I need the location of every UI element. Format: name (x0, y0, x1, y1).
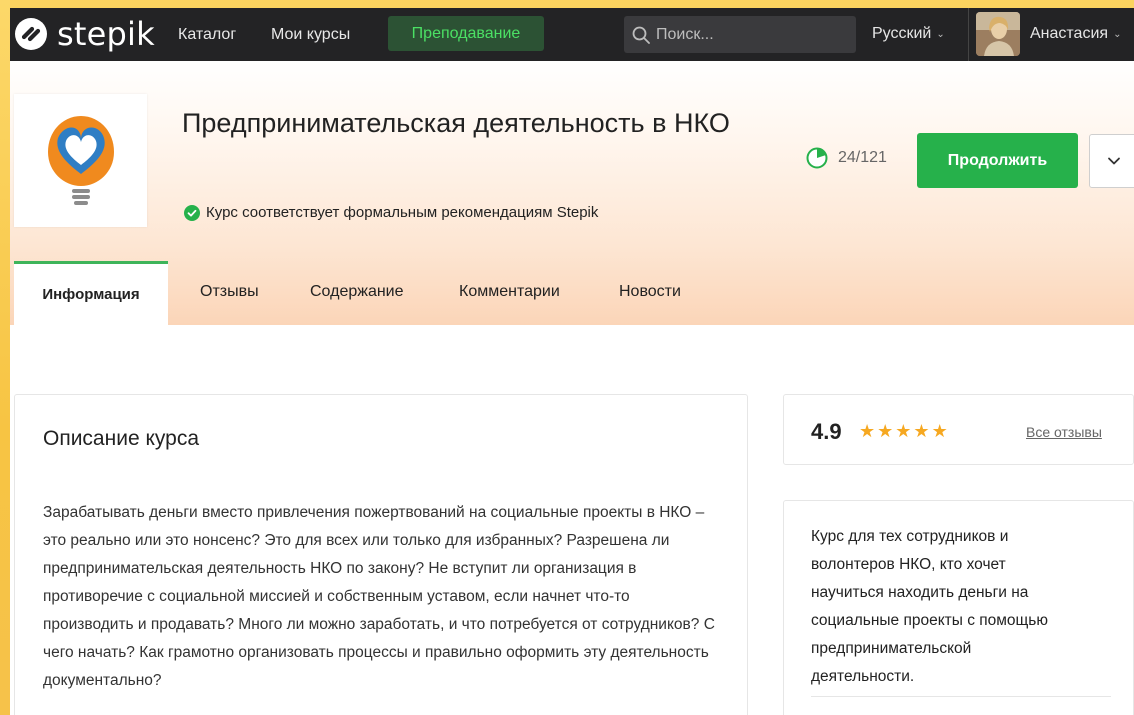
language-selector[interactable]: Русский ⌄ (872, 25, 945, 43)
tab-reviews[interactable]: Отзывы (200, 283, 259, 301)
rating-stars: ★ ★ ★ ★ ★ (859, 422, 948, 440)
tab-news[interactable]: Новости (619, 283, 681, 301)
star-icon: ★ (859, 421, 876, 441)
star-icon: ★ (895, 421, 912, 441)
search-icon (632, 26, 650, 44)
course-logo (14, 94, 147, 227)
brand-name: stepik (57, 15, 155, 53)
progress-pie-icon (806, 147, 828, 169)
nav-my-courses[interactable]: Мои курсы (271, 25, 350, 45)
user-name: Анастасия (1030, 25, 1109, 42)
search-box[interactable] (624, 16, 856, 53)
more-options-button[interactable] (1089, 134, 1134, 188)
top-navigation: stepik Каталог Мои курсы Преподавание Ру… (10, 8, 1134, 61)
star-icon: ★ (913, 421, 930, 441)
stepik-logo[interactable]: stepik (14, 17, 155, 51)
search-input[interactable] (656, 25, 846, 44)
chevron-down-icon: ⌄ (936, 28, 945, 40)
frame-top (0, 0, 1134, 8)
user-avatar[interactable] (976, 12, 1020, 56)
all-reviews-link[interactable]: Все отзывы (1026, 424, 1102, 440)
avatar-photo (976, 12, 1020, 56)
check-circle-icon (184, 204, 200, 221)
continue-button[interactable]: Продолжить (917, 133, 1078, 188)
frame-left (0, 0, 10, 715)
tab-contents[interactable]: Содержание (310, 283, 404, 301)
star-icon: ★ (877, 421, 894, 441)
description-card: Описание курса Зарабатывать деньги вмест… (14, 394, 748, 715)
chevron-down-icon (1108, 157, 1120, 165)
verified-text: Курс соответствует формальным рекомендац… (206, 204, 599, 221)
summary-divider (811, 696, 1111, 697)
star-icon: ★ (931, 421, 948, 441)
language-label: Русский (872, 25, 932, 42)
nav-divider (968, 8, 969, 61)
course-progress: 24/121 (806, 147, 887, 169)
description-title: Описание курса (43, 427, 200, 450)
nav-teaching-button[interactable]: Преподавание (388, 16, 544, 51)
heart-lightbulb-logo-icon (48, 116, 114, 205)
tab-info[interactable]: Информация (14, 261, 168, 325)
progress-count: 24/121 (838, 149, 887, 166)
summary-card: Курс для тех сотрудников и волонтеров НК… (783, 500, 1134, 715)
summary-text: Курс для тех сотрудников и волонтеров НК… (811, 528, 1049, 685)
chevron-down-icon: ⌄ (1113, 28, 1122, 40)
browser-viewport: stepik Каталог Мои курсы Преподавание Ру… (10, 8, 1134, 715)
stepik-logo-icon (15, 18, 47, 50)
nav-catalog[interactable]: Каталог (178, 25, 236, 45)
verified-badge: Курс соответствует формальным рекомендац… (184, 204, 598, 221)
user-menu[interactable]: Анастасия ⌄ (1030, 25, 1121, 43)
tab-comments[interactable]: Комментарии (459, 283, 560, 301)
course-header (10, 61, 1134, 325)
rating-value: 4.9 (811, 419, 842, 444)
course-title: Предпринимательская деятельность в НКО (182, 108, 730, 138)
description-body: Зарабатывать деньги вместо привлечения п… (43, 504, 715, 689)
